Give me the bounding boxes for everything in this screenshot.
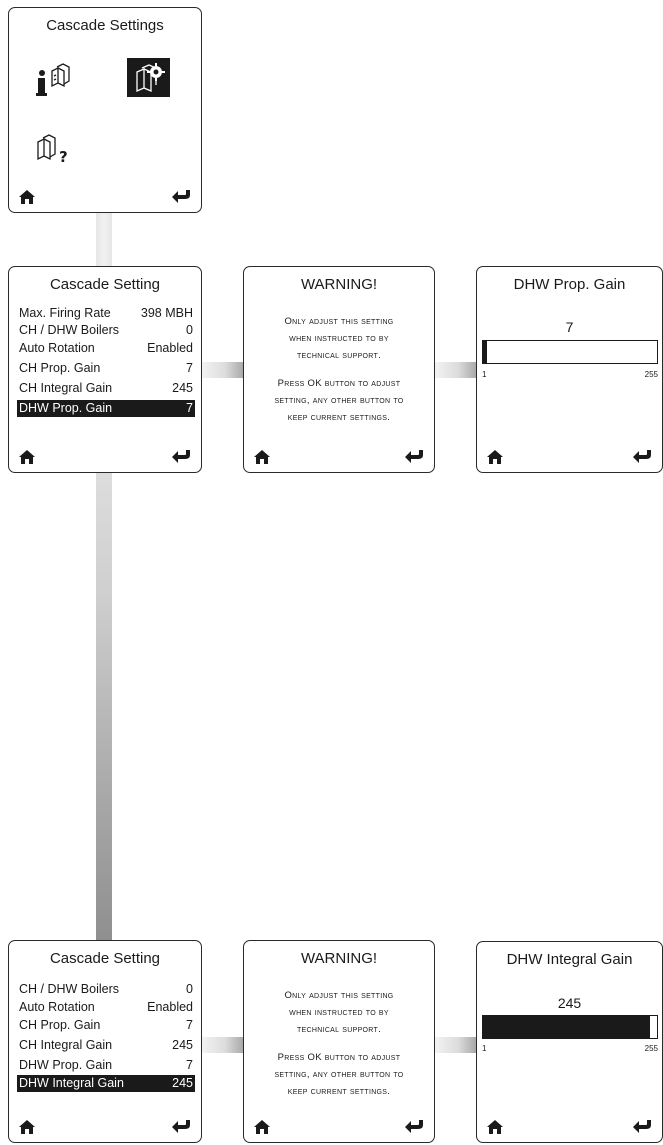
list-item[interactable]: CH / DHW Boilers 0 xyxy=(17,322,195,339)
back-icon[interactable] xyxy=(170,449,192,465)
item-value: 7 xyxy=(186,1058,193,1072)
back-icon[interactable] xyxy=(631,449,653,465)
warning-text-line: keep current settings. xyxy=(287,1086,391,1097)
cascade-setting-list-screen: Cascade Setting CH / DHW Boilers 0 Auto R… xyxy=(8,940,202,1143)
settings-boilers-icon[interactable] xyxy=(127,58,170,97)
home-icon[interactable] xyxy=(18,189,36,205)
value-bar[interactable] xyxy=(482,340,658,364)
item-value: 245 xyxy=(172,1038,193,1052)
list-item[interactable]: Auto Rotation Enabled xyxy=(17,999,195,1016)
svg-text:?: ? xyxy=(59,148,68,166)
gauge-value: 7 xyxy=(565,319,574,335)
connector-horizontal xyxy=(202,362,244,378)
dhw-prop-gain-screen: DHW Prop. Gain 7 1 255 xyxy=(476,266,663,473)
max-label: 255 xyxy=(644,1044,658,1053)
back-icon[interactable] xyxy=(631,1119,653,1135)
item-value: Enabled xyxy=(147,1000,193,1014)
warning-text-line: setting, any other button to xyxy=(274,395,404,406)
back-icon[interactable] xyxy=(170,189,192,205)
item-value: 0 xyxy=(186,982,193,996)
home-icon[interactable] xyxy=(18,1119,36,1135)
home-icon[interactable] xyxy=(18,449,36,465)
item-value: 0 xyxy=(186,323,193,337)
connector-horizontal xyxy=(202,1037,244,1053)
min-label: 1 xyxy=(482,1044,487,1053)
warning-text-line: setting, any other button to xyxy=(274,1069,404,1080)
dhw-integral-gain-screen: DHW Integral Gain 245 1 255 xyxy=(476,941,663,1143)
item-label: CH / DHW Boilers xyxy=(19,982,120,996)
warning-screen: WARNING! Only adjust this setting when i… xyxy=(243,266,435,473)
warning-text-line: when instructed to by xyxy=(289,333,389,344)
screen-title: Cascade Setting xyxy=(49,950,161,967)
warning-text-line: Only adjust this setting xyxy=(284,990,394,1001)
item-label: Auto Rotation xyxy=(19,1000,95,1014)
connector-vertical xyxy=(96,445,112,941)
warning-text-line: technical support. xyxy=(296,1024,382,1035)
home-icon[interactable] xyxy=(486,1119,504,1135)
item-label: Auto Rotation xyxy=(19,341,95,355)
item-label: CH Prop. Gain xyxy=(19,1018,101,1032)
item-label: DHW Prop. Gain xyxy=(19,401,113,415)
warning-text-line: keep current settings. xyxy=(287,412,391,423)
item-label: Max. Firing Rate xyxy=(19,306,111,320)
warning-text-line: when instructed to by xyxy=(289,1007,389,1018)
connector-vertical xyxy=(96,213,112,268)
item-value: Enabled xyxy=(147,341,193,355)
home-icon[interactable] xyxy=(486,449,504,465)
screen-title: Cascade Setting xyxy=(49,276,161,293)
item-value: 245 xyxy=(172,1076,193,1090)
home-icon[interactable] xyxy=(253,1119,271,1135)
item-value: 7 xyxy=(186,361,193,375)
back-icon[interactable] xyxy=(403,1119,425,1135)
item-label: CH Integral Gain xyxy=(19,1038,113,1052)
list-item[interactable]: CH Prop. Gain 7 xyxy=(17,1017,195,1034)
item-value: 7 xyxy=(186,401,193,415)
cascade-settings-menu-screen: Cascade Settings ? xyxy=(8,7,202,213)
back-icon[interactable] xyxy=(403,449,425,465)
list-item[interactable]: CH Integral Gain 245 xyxy=(17,380,195,397)
home-icon[interactable] xyxy=(253,449,271,465)
connector-horizontal xyxy=(435,362,477,378)
info-boilers-icon[interactable] xyxy=(35,63,75,101)
item-value: 245 xyxy=(172,381,193,395)
item-value: 398 MBH xyxy=(140,306,193,320)
item-label: CH / DHW Boilers xyxy=(19,323,120,337)
cascade-setting-list-screen: Cascade Setting Max. Firing Rate 398 MBH … xyxy=(8,266,202,473)
list-item[interactable]: CH Prop. Gain 7 xyxy=(17,360,195,377)
list-item[interactable]: CH Integral Gain 245 xyxy=(17,1037,195,1054)
item-value: 7 xyxy=(186,1018,193,1032)
list-item[interactable]: DHW Prop. Gain 7 xyxy=(17,1057,195,1074)
item-label: DHW Integral Gain xyxy=(19,1076,124,1090)
item-label: CH Integral Gain xyxy=(19,381,113,395)
item-label: DHW Prop. Gain xyxy=(19,1058,113,1072)
value-bar-fill xyxy=(483,341,488,363)
warning-text-line: Press OK button to adjust xyxy=(277,378,401,389)
gauge-value: 245 xyxy=(557,995,582,1011)
warning-title: WARNING! xyxy=(300,950,378,967)
value-bar-fill xyxy=(483,1016,651,1038)
value-bar[interactable] xyxy=(482,1015,658,1039)
connector-horizontal xyxy=(435,1037,477,1053)
screen-title: DHW Prop. Gain xyxy=(513,276,626,293)
back-icon[interactable] xyxy=(170,1119,192,1135)
list-item[interactable]: CH / DHW Boilers 0 xyxy=(17,981,195,998)
list-item[interactable]: Max. Firing Rate 398 MBH xyxy=(17,305,195,322)
screen-title: DHW Integral Gain xyxy=(506,951,633,968)
list-item[interactable]: Auto Rotation Enabled xyxy=(17,340,195,357)
min-label: 1 xyxy=(482,370,487,379)
help-boilers-icon[interactable]: ? xyxy=(35,132,77,170)
warning-text-line: technical support. xyxy=(296,350,382,361)
list-item-selected[interactable]: DHW Integral Gain 245 xyxy=(17,1075,195,1092)
max-label: 255 xyxy=(644,370,658,379)
warning-screen: WARNING! Only adjust this setting when i… xyxy=(243,940,435,1143)
screen-title: Cascade Settings xyxy=(46,17,164,34)
warning-text-line: Press OK button to adjust xyxy=(277,1052,401,1063)
warning-title: WARNING! xyxy=(300,276,378,293)
warning-text-line: Only adjust this setting xyxy=(284,316,394,327)
item-label: CH Prop. Gain xyxy=(19,361,101,375)
list-item-selected[interactable]: DHW Prop. Gain 7 xyxy=(17,400,195,417)
